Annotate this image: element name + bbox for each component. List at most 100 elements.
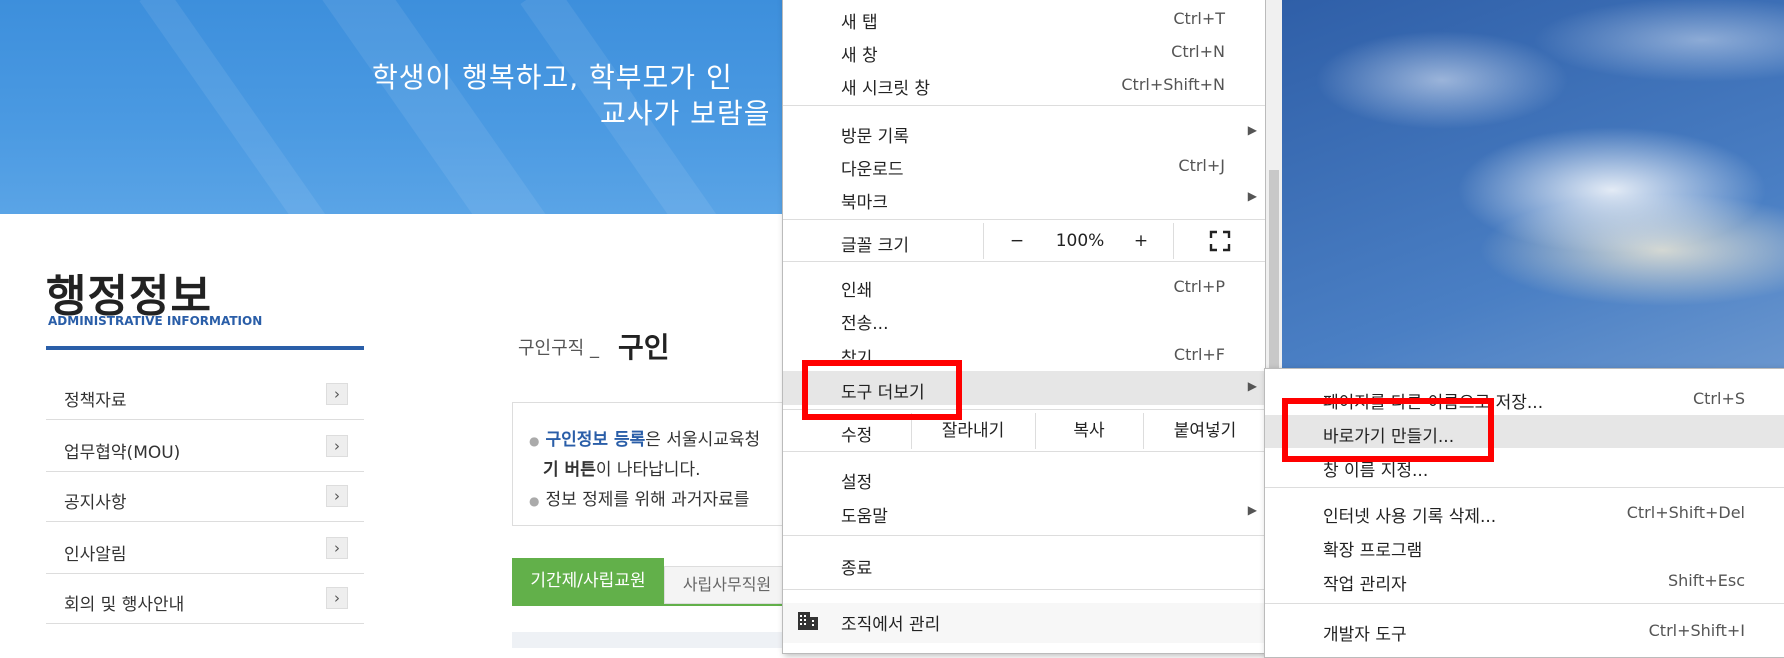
menu-divider [1143,413,1144,449]
info-line-2: 기 버튼이 나타납니다. [543,455,701,480]
menu-item-shortcut: Ctrl+T [1173,9,1225,28]
browser-main-menu: 새 탭 Ctrl+T 새 창 Ctrl+N 새 시크릿 창 Ctrl+Shift… [782,0,1266,654]
sidebar-item-label: 회의 및 행사안내 [64,595,185,615]
info-line-3: ● 정보 정제를 위해 과거자료를 [529,485,749,510]
menu-item-shortcut: Shift+Esc [1667,571,1745,590]
edit-label: 수정 [841,426,873,446]
menu-item-label: 조직에서 관리 [841,615,941,635]
tab-underline [512,604,790,606]
menu-item-cast[interactable]: 전송... [783,302,1265,335]
job-register-link[interactable]: 구인정보 등록 [545,430,645,450]
menu-item-label: 새 시크릿 창 [841,79,931,99]
submenu-item-task-manager[interactable]: 작업 관리자 Shift+Esc [1265,563,1784,596]
chevron-right-icon: › [326,587,348,609]
chevron-right-icon: › [326,435,348,457]
info-text: 이 나타납니다. [595,460,701,480]
sidebar-item-personnel[interactable]: 인사알림 › [46,524,364,574]
submenu-arrow-icon: ▶ [1247,189,1257,203]
zoom-in-button[interactable]: + [1121,223,1161,259]
menu-item-new-window[interactable]: 새 창 Ctrl+N [783,34,1265,67]
info-bold-text: 기 버튼 [543,460,596,480]
sidebar-item-notice[interactable]: 공지사항 › [46,472,364,522]
menu-separator [1265,603,1784,604]
menu-separator [783,589,1265,590]
menu-item-downloads[interactable]: 다운로드 Ctrl+J [783,148,1265,181]
sidebar-item-label: 공지사항 [64,493,127,513]
menu-divider [1173,223,1174,259]
menu-item-label: 인쇄 [841,281,873,301]
menu-zoom-row: 글꼴 크기 − 100% + [783,223,1265,259]
menu-item-shortcut: Ctrl+P [1173,277,1225,296]
copy-button[interactable]: 복사 [1037,413,1141,449]
chevron-right-icon: › [326,383,348,405]
menu-divider [983,223,984,259]
menu-item-exit[interactable]: 종료 [783,547,1265,580]
menu-item-label: 확장 프로그램 [1323,541,1423,561]
chevron-right-icon: › [326,485,348,507]
zoom-level: 100% [1055,231,1105,251]
table-header [512,632,790,648]
menu-item-label: 북마크 [841,193,888,213]
menu-item-print[interactable]: 인쇄 Ctrl+P [783,269,1265,302]
menu-item-label: 인터넷 사용 기록 삭제... [1323,507,1497,527]
menu-item-shortcut: Ctrl+J [1178,156,1225,175]
menu-separator [1265,487,1784,488]
menu-item-label: 방문 기록 [841,127,909,147]
menu-item-label: 설정 [841,473,873,493]
menu-separator [783,535,1265,536]
menu-item-shortcut: Ctrl+Shift+I [1648,621,1745,640]
sidebar-item-mou[interactable]: 업무협약(MOU) › [46,422,364,472]
menu-separator [783,451,1265,452]
menu-item-history[interactable]: 방문 기록 ▶ [783,115,1265,148]
highlight-box-create-shortcut [1282,398,1494,462]
menu-item-label: 다운로드 [841,160,904,180]
menu-item-shortcut: Ctrl+Shift+Del [1626,503,1745,522]
sidebar-item-label: 업무협약(MOU) [64,443,181,463]
info-notice-box: ● 구인정보 등록은 서울시교육청 기 버튼이 나타납니다. ● 정보 정제를 위해… [512,402,792,526]
tab-contract-teachers[interactable]: 기간제/사립교원 [512,558,664,604]
submenu-item-developer-tools[interactable]: 개발자 도구 Ctrl+Shift+I [1265,613,1784,646]
menu-item-help[interactable]: 도움말 ▶ [783,495,1265,528]
menu-item-label: 새 탭 [841,13,878,33]
menu-item-shortcut: Ctrl+N [1171,42,1225,61]
menu-item-managed-by-org[interactable]: 조직에서 관리 [783,603,1265,643]
menu-item-label: 작업 관리자 [1323,575,1407,595]
paste-button[interactable]: 붙여넣기 [1145,413,1265,449]
page-title: 구인 [618,331,670,364]
breadcrumb: 구인구직 _ [518,338,599,359]
tab-private-staff[interactable]: 사립사무직원 [664,566,790,604]
menu-item-settings[interactable]: 설정 [783,461,1265,494]
menu-item-incognito[interactable]: 새 시크릿 창 Ctrl+Shift+N [783,67,1265,100]
menu-item-shortcut: Ctrl+S [1692,389,1745,408]
menu-item-label: 도움말 [841,507,888,527]
menu-item-shortcut: Ctrl+Shift+N [1121,75,1225,94]
menu-item-label: 종료 [841,559,873,579]
sidebar-item-label: 정책자료 [64,391,127,411]
menu-item-new-tab[interactable]: 새 탭 Ctrl+T [783,1,1265,34]
sidebar-item-meetings[interactable]: 회의 및 행사안내 › [46,574,364,624]
submenu-arrow-icon: ▶ [1247,123,1257,137]
banner-slogan-line2: 교사가 보람을 [600,97,771,130]
menu-item-shortcut: Ctrl+F [1173,345,1225,364]
zoom-label: 글꼴 크기 [841,236,909,256]
info-text: 정보 정제를 위해 과거자료를 [545,490,750,510]
submenu-arrow-icon: ▶ [1247,379,1257,393]
info-text: 은 서울시교육청 [645,430,761,450]
bullet-icon: ● [529,434,540,448]
info-line-1: ● 구인정보 등록은 서울시교육청 [529,425,760,450]
fullscreen-icon [1209,230,1231,252]
fullscreen-button[interactable] [1175,223,1265,259]
highlight-box-more-tools [802,360,962,420]
menu-item-bookmarks[interactable]: 북마크 ▶ [783,181,1265,214]
banner-slogan-line1: 학생이 행복하고, 학부모가 인 [372,61,733,94]
section-subtitle: ADMINISTRATIVE INFORMATION [48,314,263,328]
menu-item-label: 전송... [841,314,889,334]
submenu-item-clear-browsing-data[interactable]: 인터넷 사용 기록 삭제... Ctrl+Shift+Del [1265,495,1784,528]
zoom-out-button[interactable]: − [997,223,1037,259]
submenu-item-extensions[interactable]: 확장 프로그램 [1265,529,1784,562]
sidebar-item-policy[interactable]: 정책자료 › [46,370,364,420]
submenu-arrow-icon: ▶ [1247,503,1257,517]
menu-item-label: 개발자 도구 [1323,625,1407,645]
section-title-underline [46,346,364,350]
bullet-icon: ● [529,494,540,508]
